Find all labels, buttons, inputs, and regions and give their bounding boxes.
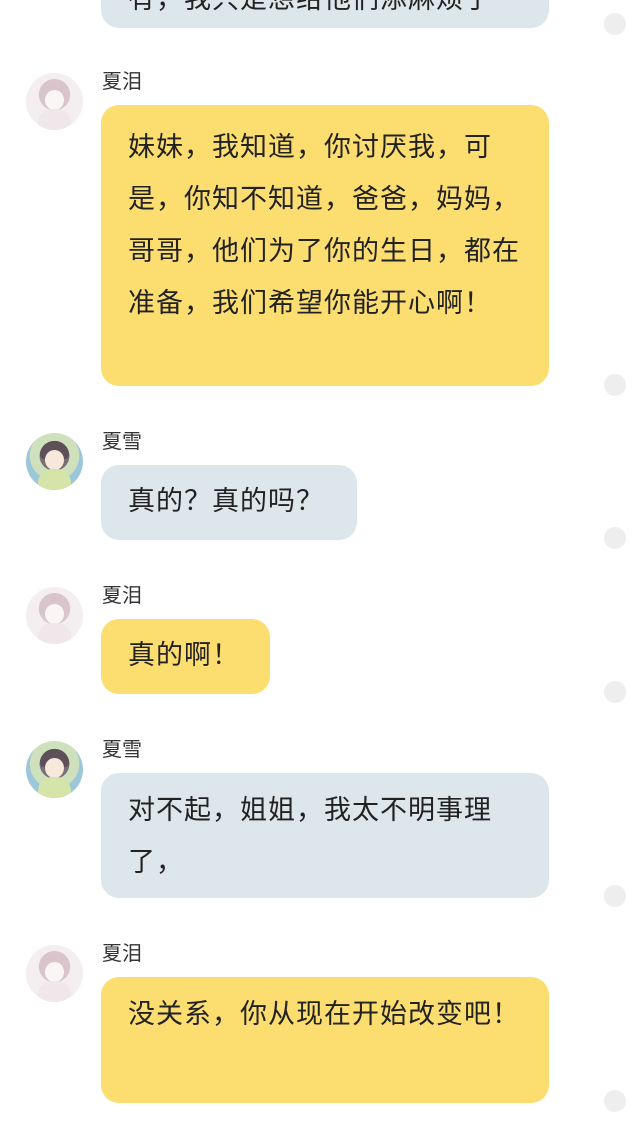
message-status-dot [604,13,626,35]
message-status-dot [604,1090,626,1112]
message-status-dot [604,885,626,907]
sender-name: 夏泪 [102,69,142,93]
avatar-snow[interactable] [26,741,83,798]
sender-name: 夏泪 [102,941,142,965]
avatar-body-shape [38,981,71,1002]
avatar-tear[interactable] [26,587,83,644]
message-bubble[interactable]: 没关系，你从现在开始改变吧！ [101,977,549,1103]
avatar-face-shape [45,90,64,110]
message-status-dot [604,527,626,549]
avatar-face-shape [45,758,64,778]
message-bubble[interactable]: 真的？真的吗？ [101,465,357,540]
message-bubble[interactable]: 妹妹，我知道，你讨厌我，可是，你知不知道，爸爸，妈妈，哥哥，他们为了你的生日，都… [101,105,549,386]
message-bubble[interactable]: 有，我只是想给他们添麻烦了 [101,0,549,28]
avatar-face-shape [45,962,64,982]
sender-name: 夏雪 [102,429,142,453]
message-bubble[interactable]: 真的啊！ [101,619,270,694]
avatar-body-shape [38,109,71,130]
chat-thread[interactable]: 有，我只是想给他们添麻烦了 夏泪 妹妹，我知道，你讨厌我，可是，你知不知道，爸爸… [0,0,640,1138]
sender-name: 夏泪 [102,583,142,607]
avatar-body-shape [38,469,71,490]
message-status-dot [604,681,626,703]
avatar-body-shape [38,777,71,798]
message-status-dot [604,374,626,396]
avatar-tear[interactable] [26,73,83,130]
avatar-face-shape [45,604,64,624]
avatar-body-shape [38,623,71,644]
avatar-face-shape [45,450,64,470]
avatar-snow[interactable] [26,433,83,490]
sender-name: 夏雪 [102,737,142,761]
message-bubble[interactable]: 对不起，姐姐，我太不明事理了， [101,773,549,898]
avatar-tear[interactable] [26,945,83,1002]
